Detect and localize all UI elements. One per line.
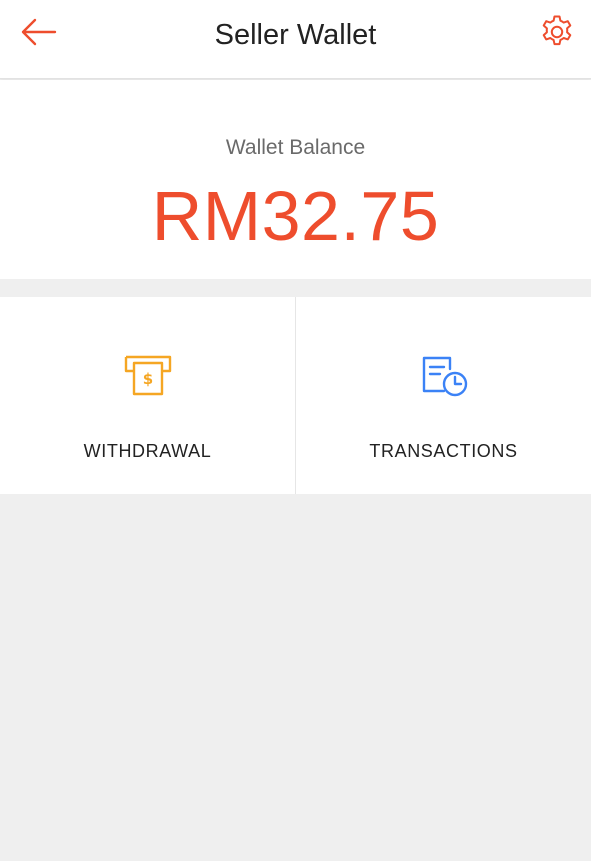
transactions-button[interactable]: TRANSACTIONS	[295, 297, 591, 494]
transaction-history-icon	[417, 353, 471, 399]
withdrawal-label: WITHDRAWAL	[83, 441, 212, 461]
page-title: Seller Wallet	[214, 19, 377, 51]
withdrawal-button[interactable]: $ WITHDRAWAL	[0, 297, 295, 494]
svg-text:$: $	[142, 370, 152, 388]
wallet-actions: $ WITHDRAWAL TRANSACTIONS	[0, 297, 591, 494]
wallet-balance-label: Wallet Balance	[225, 136, 366, 159]
transactions-label: TRANSACTIONS	[369, 441, 518, 461]
gear-icon	[538, 13, 576, 56]
settings-button[interactable]	[537, 14, 577, 54]
atm-withdrawal-icon: $	[121, 353, 175, 399]
app-header: Seller Wallet	[0, 0, 591, 79]
wallet-balance-card: Wallet Balance RM32.75	[0, 80, 591, 279]
wallet-balance-amount: RM32.75	[151, 177, 440, 255]
